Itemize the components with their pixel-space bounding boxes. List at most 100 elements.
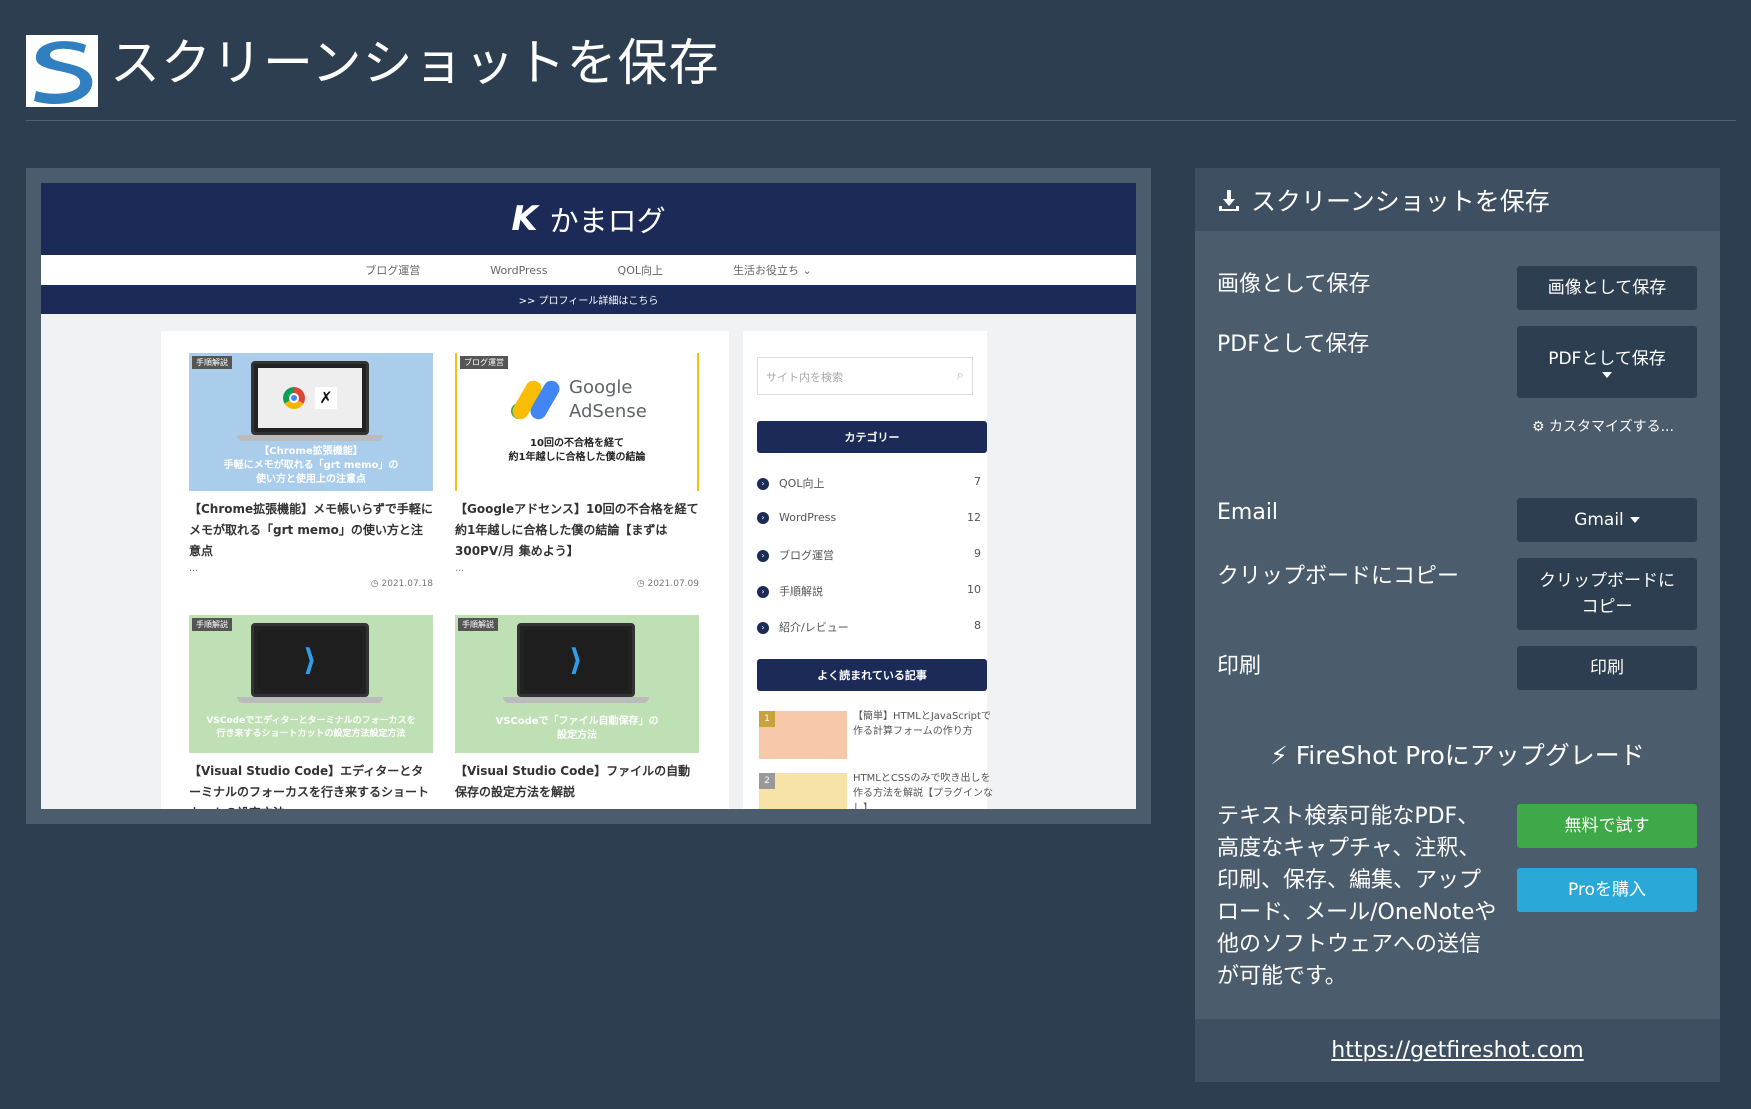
site-name: かまログ [549,204,666,238]
thumbnail-caption: VSCodeでエディターとターミナルのフォーカスを 行き来するショートカットの設… [206,716,416,739]
post-card: ブログ運営 Google AdSense 10回の不合格を経て 約1年越しに合格… [455,353,699,589]
popular-title: HTMLとCSSのみで吹き出しを作る方法を解説【プラグインなし】 [853,773,993,809]
post-thumbnail: 手順解説 ✗ 【Chrome拡張機能】 手軽にメモが取れる「grt memo」の… [189,353,433,491]
google-wordmark: Google [569,377,633,398]
thumbnail-caption: 【Chrome拡張機能】 手軽にメモが取れる「grt memo」の 使い方と使用… [223,446,399,485]
gear-icon: ⚙ [1532,419,1545,435]
sidebar: サイト内を検索 ⌕ カテゴリー › QOL向上 7 › WordPress 12 › ブロ… [743,331,993,809]
post-thumbnail: 手順解説 ⟩ VSCodeでエディターとターミナルのフォーカスを 行き来するショ… [189,615,433,753]
panel-title: スクリーンショットを保存 [1251,186,1550,216]
try-free-button[interactable]: 無料で試す [1517,804,1697,848]
post-title[interactable]: 【Visual Studio Code】ファイルの自動保存の設定方法を解説 [455,761,699,803]
post-list: 手順解説 ✗ 【Chrome拡張機能】 手軽にメモが取れる「grt memo」の… [161,331,729,809]
rank-badge: 2 [759,773,775,789]
adsense-logo-icon [509,377,563,425]
post-thumbnail: 手順解説 ⟩ VSCodeで「ファイル自動保存」の 設定方法 [455,615,699,753]
save-pdf-button[interactable]: PDFとして保存 [1517,326,1697,398]
thumbnail-caption: 10回の不合格を経て 約1年越しに合格した僕の結論 [508,438,646,463]
category-item[interactable]: › 手順解説 10 [757,583,987,603]
print-label: 印刷 [1217,654,1262,679]
popular-heading: よく読まれている記事 [757,659,987,691]
chevron-down-icon: ⌄ [802,264,812,277]
panel-footer: https://getfireshot.com [1195,1019,1720,1082]
post-date: ◷ 2021.07.18 [370,579,433,589]
post-title[interactable]: 【Visual Studio Code】エディターとターミナルのフォーカスを行き… [189,761,433,809]
fireshot-website-link[interactable]: https://getfireshot.com [1331,1038,1583,1063]
save-pdf-button-label: PDFとして保存 [1548,349,1666,369]
email-button-label: Gmail [1574,510,1624,530]
chevron-right-icon: › [757,622,769,634]
site-nav-item: ブログ運営 [365,264,421,277]
laptop-icon: ⟩ [251,623,369,697]
site-nav-item: 生活お役立ち ⌄ [732,264,812,277]
upgrade-heading: ⚡ FireShot Proにアップグレード [1195,736,1720,772]
search-placeholder: サイト内を検索 [766,371,843,384]
download-icon [1217,188,1241,212]
post-date: ◷ 2021.07.09 [636,579,699,589]
lightning-icon: ⚡ [1270,741,1288,770]
customize-link[interactable]: ⚙ カスタマイズする... [1532,416,1674,436]
site-nav: ブログ運営 WordPress QOL向上 生活お役立ち ⌄ [41,255,1136,285]
memo-icon: ✗ [315,387,337,409]
save-panel: スクリーンショットを保存 画像として保存 画像として保存 PDFとして保存 PD… [1195,168,1720,1082]
chevron-right-icon: › [757,550,769,562]
laptop-base [237,697,383,703]
site-search-input[interactable]: サイト内を検索 ⌕ [757,357,973,395]
laptop-base [503,697,649,703]
post-card: 手順解説 ⟩ VSCodeでエディターとターミナルのフォーカスを 行き来するショ… [189,615,433,809]
email-label: Email [1217,500,1279,525]
search-icon[interactable]: ⌕ [957,368,964,383]
site-nav-item: WordPress [490,263,548,277]
laptop-icon: ✗ [251,361,369,435]
clipboard-label: クリップボードにコピー [1217,564,1460,589]
category-item[interactable]: › 紹介/レビュー 8 [757,619,987,639]
category-tag: 手順解説 [458,618,498,631]
caret-down-icon [1602,372,1612,378]
screenshot-preview-frame: K かまログ ブログ運営 WordPress QOL向上 生活お役立ち ⌄ >>… [26,168,1151,824]
popular-item[interactable]: 2 HTMLとCSSのみで吹き出しを作る方法を解説【プラグインなし】 [759,773,993,809]
rank-badge: 1 [759,711,775,727]
post-card: 手順解説 ✗ 【Chrome拡張機能】 手軽にメモが取れる「grt memo」の… [189,353,433,589]
copy-clipboard-button[interactable]: クリップボードに コピー [1517,558,1697,630]
customize-label: カスタマイズする... [1549,419,1674,435]
screenshot-preview[interactable]: K かまログ ブログ運営 WordPress QOL向上 生活お役立ち ⌄ >>… [41,183,1136,809]
popular-title: 【簡単】HTMLとJavaScriptで作る計算フォームの作り方 [853,711,991,737]
site-logo-icon: K [511,199,538,239]
vscode-icon: ⟩ [569,642,583,678]
vscode-icon: ⟩ [303,642,317,678]
save-image-label: 画像として保存 [1217,272,1371,297]
site-banner: >> プロフィール詳細はこちら [41,285,1136,314]
category-tag: 手順解説 [192,618,232,631]
buy-pro-button[interactable]: Proを購入 [1517,868,1697,912]
clipboard-button-line1: クリップボードに [1539,571,1675,591]
category-item[interactable]: › QOL向上 7 [757,475,987,495]
email-button[interactable]: Gmail [1517,498,1697,542]
chevron-right-icon: › [757,586,769,598]
site-header: K かまログ [41,183,1136,255]
chevron-right-icon: › [757,478,769,490]
category-tag: 手順解説 [192,356,232,369]
category-heading: カテゴリー [757,421,987,453]
print-button[interactable]: 印刷 [1517,646,1697,690]
thumbnail-caption: VSCodeで「ファイル自動保存」の 設定方法 [495,716,659,741]
category-item[interactable]: › ブログ運営 9 [757,547,987,567]
chrome-icon [283,387,305,409]
panel-header: スクリーンショットを保存 [1195,168,1720,231]
post-thumbnail: ブログ運営 Google AdSense 10回の不合格を経て 約1年越しに合格… [455,353,699,491]
promo-text: テキスト検索可能なPDF、高度なキャプチャ、注釈、印刷、保存、編集、アップロード… [1217,804,1497,989]
post-card: 手順解説 ⟩ VSCodeで「ファイル自動保存」の 設定方法 【Visual S… [455,615,699,803]
post-title[interactable]: 【Chrome拡張機能】メモ帳いらずで手軽にメモが取れる「grt memo」の使… [189,499,433,562]
category-item[interactable]: › WordPress 12 [757,511,987,531]
fireshot-logo-icon [26,35,98,107]
popular-item[interactable]: 1 【簡単】HTMLとJavaScriptで作る計算フォームの作り方 [759,711,991,763]
site-nav-item: QOL向上 [617,264,663,277]
laptop-base [237,435,383,441]
chevron-right-icon: › [757,512,769,524]
post-title[interactable]: 【Googleアドセンス】10回の不合格を経て約1年越しに合格した僕の結論【まず… [455,499,699,562]
category-tag: ブログ運営 [460,356,508,369]
caret-down-icon [1629,517,1640,523]
app-title: スクリーンショットを保存 [110,34,720,92]
save-image-button[interactable]: 画像として保存 [1517,266,1697,310]
clipboard-button-line2: コピー [1581,597,1633,617]
upgrade-title: FireShot Proにアップグレード [1295,741,1645,770]
